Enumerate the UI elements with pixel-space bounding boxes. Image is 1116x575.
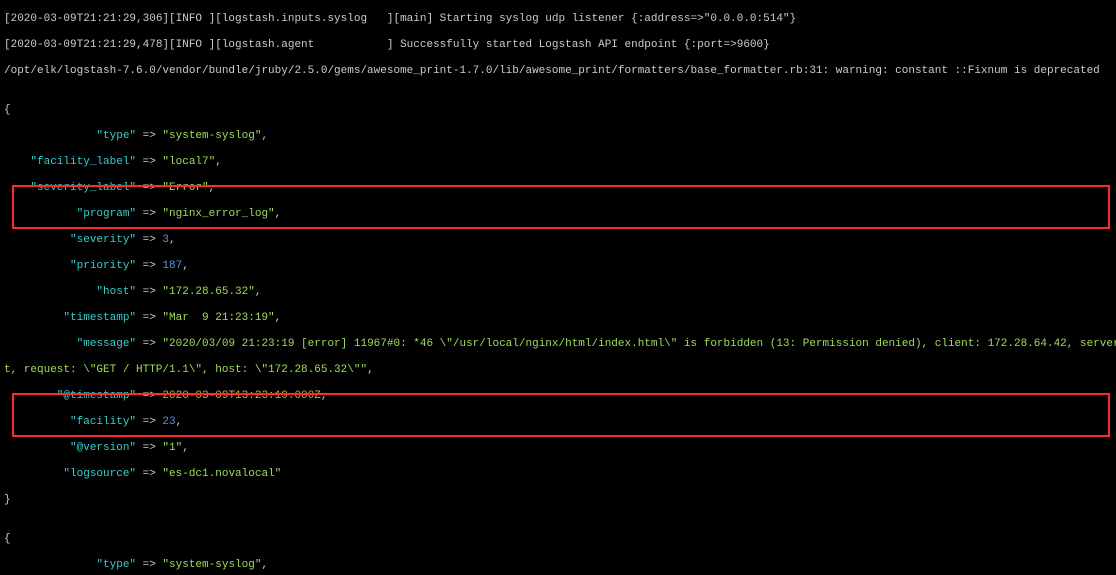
key-logsource: "logsource" xyxy=(30,468,142,480)
key-severity-label: "severity_label" xyxy=(30,182,142,194)
key-severity: "severity" xyxy=(30,234,142,246)
log-line: [2020-03-09T21:21:29,478][INFO ][logstas… xyxy=(4,39,770,51)
val-version: "1" xyxy=(156,442,182,454)
key-host: "host" xyxy=(30,286,142,298)
terminal-output[interactable]: [2020-03-09T21:21:29,306][INFO ][logstas… xyxy=(0,0,1116,575)
val-severity: 3 xyxy=(156,234,169,246)
val-message: "2020/03/09 21:23:19 [error] 11967#0: *4… xyxy=(156,338,1116,350)
key-type: "type" xyxy=(30,559,142,571)
log-line: [2020-03-09T21:21:29,306][INFO ][logstas… xyxy=(4,13,796,25)
key-type: "type" xyxy=(30,130,142,142)
val-severity-label: "Error" xyxy=(156,182,209,194)
val-logsource: "es-dc1.novalocal" xyxy=(156,468,281,480)
brace-close: } xyxy=(4,494,11,506)
val-program: "nginx_error_log" xyxy=(156,208,275,220)
key-atimestamp: "@timestamp" xyxy=(30,390,142,402)
key-facility: "facility" xyxy=(30,416,142,428)
val-timestamp: "Mar 9 21:23:19" xyxy=(156,312,275,324)
key-priority: "priority" xyxy=(30,260,142,272)
key-version: "@version" xyxy=(30,442,142,454)
key-message: "message" xyxy=(30,338,142,350)
val-facility: 23 xyxy=(156,416,176,428)
brace-open: { xyxy=(4,533,11,545)
log-line: /opt/elk/logstash-7.6.0/vendor/bundle/jr… xyxy=(4,65,1100,77)
val-type: "system-syslog" xyxy=(156,130,262,142)
val-host: "172.28.65.32" xyxy=(156,286,255,298)
key-facility-label: "facility_label" xyxy=(30,156,142,168)
val-type: "system-syslog" xyxy=(156,559,262,571)
key-timestamp: "timestamp" xyxy=(30,312,142,324)
val-atimestamp: 2020-03-09T13:23:19.000Z xyxy=(156,390,321,402)
val-facility-label: "local7" xyxy=(156,156,215,168)
val-priority: 187 xyxy=(156,260,182,272)
val-message-cont: t, request: \"GET / HTTP/1.1\", host: \"… xyxy=(4,364,367,376)
key-program: "program" xyxy=(30,208,142,220)
brace-open: { xyxy=(4,104,11,116)
